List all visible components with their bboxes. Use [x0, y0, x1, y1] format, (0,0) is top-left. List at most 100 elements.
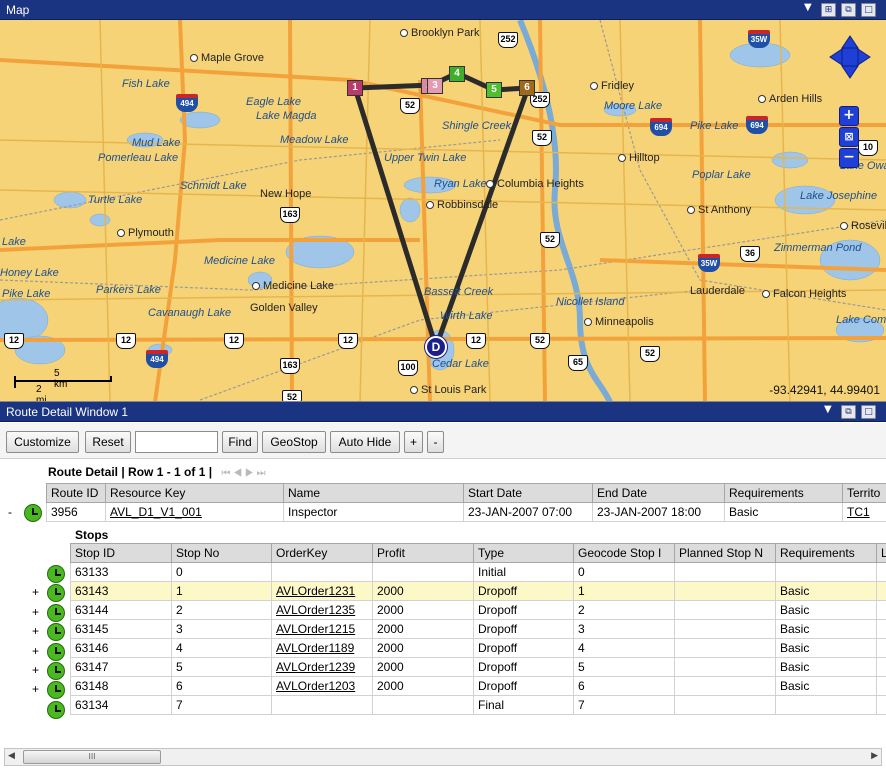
territory-link[interactable]: TC1 — [847, 505, 870, 519]
column-header[interactable]: Name — [283, 483, 464, 503]
highway-shield: 52 — [282, 390, 302, 401]
column-header[interactable]: Stop ID — [70, 543, 172, 563]
column-header[interactable]: Requirements — [775, 543, 877, 563]
dropdown-arrow-icon[interactable]: ▼ — [804, 2, 812, 13]
maximize-icon[interactable]: □ — [861, 3, 876, 17]
horizontal-scrollbar[interactable]: ◀ III ▶ — [4, 748, 882, 766]
column-header[interactable]: Territo — [842, 483, 886, 503]
order-key-link[interactable]: AVLOrder1239 — [276, 660, 355, 674]
collapse-button[interactable]: - — [427, 431, 444, 453]
search-input[interactable] — [135, 431, 218, 453]
order-key-link[interactable]: AVLOrder1231 — [276, 584, 355, 598]
extra-cell — [876, 619, 886, 639]
row-expand-icon[interactable]: + — [32, 663, 39, 677]
order-key-link[interactable]: AVLOrder1235 — [276, 603, 355, 617]
column-header[interactable]: Profit — [372, 543, 474, 563]
resource-key-cell[interactable]: AVL_D1_V1_001 — [105, 502, 284, 522]
column-header[interactable]: Planned Stop N — [674, 543, 776, 563]
depot-marker[interactable]: D — [425, 336, 447, 358]
stop-marker-1[interactable]: 1 — [347, 80, 363, 96]
column-header[interactable]: Stop No — [171, 543, 272, 563]
row-expand-icon[interactable]: + — [32, 682, 39, 696]
row-expand-icon[interactable]: + — [32, 605, 39, 619]
territory-cell[interactable]: TC1 — [842, 502, 886, 522]
order-key-link[interactable]: AVLOrder1203 — [276, 679, 355, 693]
water-label: Parkers Lake — [96, 284, 161, 296]
column-header[interactable]: L — [876, 543, 886, 563]
zoom-in-icon[interactable]: + — [839, 106, 859, 126]
pager-icons[interactable]: ⏮ ◀ ▶ ⏭ — [221, 468, 265, 479]
column-header[interactable]: Type — [473, 543, 574, 563]
maximize-icon[interactable]: □ — [861, 405, 876, 419]
table-row[interactable]: 63133 0 Initial 0 — [70, 562, 886, 582]
route-detail-header: Route Detail | Row 1 - 1 of 1 | ⏮ ◀ ▶ ⏭ — [48, 465, 266, 479]
city-label: St Anthony — [687, 204, 751, 216]
order-key-cell[interactable]: AVLOrder1189 — [271, 638, 373, 658]
water-label: Cedar Lake — [432, 358, 489, 370]
table-row[interactable]: 63148 6 AVLOrder1203 2000 Dropoff 6 Basic — [70, 676, 886, 696]
order-key-cell[interactable]: AVLOrder1203 — [271, 676, 373, 696]
order-key-cell[interactable]: AVLOrder1235 — [271, 600, 373, 620]
geostop-button[interactable]: GeoStop — [262, 431, 326, 453]
city-label: Fridley — [590, 80, 634, 92]
table-row[interactable]: 63144 2 AVLOrder1235 2000 Dropoff 2 Basic — [70, 600, 886, 620]
map-canvas[interactable]: Brooklyn Park Maple Grove Fridley Arden … — [0, 20, 886, 402]
type-cell: Dropoff — [473, 619, 574, 639]
order-key-cell[interactable]: AVLOrder1215 — [271, 619, 373, 639]
column-header[interactable]: Geocode Stop I — [573, 543, 675, 563]
stop-no-cell: 1 — [171, 581, 272, 601]
row-expand-icon[interactable]: + — [32, 644, 39, 658]
interstate-shield: 694 — [650, 118, 672, 136]
table-row[interactable]: 63134 7 Final 7 — [70, 695, 886, 715]
row-expand-icon[interactable]: + — [32, 624, 39, 638]
route-detail-label: Route Detail | Row 1 - 1 of 1 | — [48, 465, 213, 479]
find-button[interactable]: Find — [222, 431, 258, 453]
auto-hide-button[interactable]: Auto Hide — [330, 431, 400, 453]
clock-icon — [24, 504, 42, 522]
route-table-header: Route ID Resource Key Name Start Date End Da… — [46, 483, 886, 503]
stop-marker-4[interactable]: 4 — [449, 66, 465, 82]
order-key-link[interactable]: AVLOrder1215 — [276, 622, 355, 636]
scroll-right-icon[interactable]: ▶ — [871, 751, 878, 761]
column-header[interactable]: Resource Key — [105, 483, 284, 503]
restore-icon[interactable]: ⧉ — [841, 405, 856, 419]
row-expand-icon[interactable]: + — [32, 585, 39, 599]
stop-id-cell: 63146 — [70, 638, 172, 658]
water-label: Pike Lake — [690, 120, 739, 132]
stop-marker-3[interactable]: 3 — [427, 78, 443, 94]
column-header[interactable]: Route ID — [46, 483, 106, 503]
dropdown-arrow-icon[interactable]: ▼ — [824, 404, 832, 415]
column-header[interactable]: Requirements — [724, 483, 843, 503]
table-row[interactable]: 63143 1 AVLOrder1231 2000 Dropoff 1 Basic — [70, 581, 886, 601]
order-key-cell[interactable]: AVLOrder1239 — [271, 657, 373, 677]
expand-button[interactable]: + — [404, 431, 423, 453]
stop-marker-5[interactable]: 5 — [486, 82, 502, 98]
scroll-left-icon[interactable]: ◀ — [8, 751, 15, 761]
reset-button[interactable]: Reset — [85, 431, 131, 453]
table-row[interactable]: 63147 5 AVLOrder1239 2000 Dropoff 5 Basic — [70, 657, 886, 677]
table-row[interactable]: 3956 AVL_D1_V1_001 Inspector 23-JAN-2007… — [46, 502, 886, 522]
scroll-thumb[interactable]: III — [23, 750, 161, 764]
table-row[interactable]: 63146 4 AVLOrder1189 2000 Dropoff 4 Basic — [70, 638, 886, 658]
zoom-out-icon[interactable]: − — [839, 148, 859, 168]
interstate-shield: 494 — [146, 350, 168, 368]
zoom-extent-icon[interactable]: ⊠ — [839, 127, 859, 147]
profit-cell: 2000 — [372, 657, 474, 677]
table-row[interactable]: 63145 3 AVLOrder1215 2000 Dropoff 3 Basic — [70, 619, 886, 639]
clock-icon — [47, 642, 65, 661]
column-header[interactable]: Start Date — [463, 483, 593, 503]
order-key-cell[interactable]: AVLOrder1231 — [271, 581, 373, 601]
highway-shield: 52 — [640, 346, 660, 362]
name-cell: Inspector — [283, 502, 464, 522]
stop-id-cell: 63143 — [70, 581, 172, 601]
column-header[interactable]: End Date — [592, 483, 725, 503]
resource-key-link[interactable]: AVL_D1_V1_001 — [110, 505, 202, 519]
route-row-collapse[interactable]: - — [8, 505, 12, 519]
pin-icon[interactable]: ⊞ — [821, 3, 836, 17]
stop-marker-6[interactable]: 6 — [519, 80, 535, 96]
order-key-link[interactable]: AVLOrder1189 — [276, 641, 354, 655]
restore-icon[interactable]: ⧉ — [841, 3, 856, 17]
customize-button[interactable]: Customize — [6, 431, 79, 453]
stop-id-cell: 63145 — [70, 619, 172, 639]
column-header[interactable]: OrderKey — [271, 543, 373, 563]
